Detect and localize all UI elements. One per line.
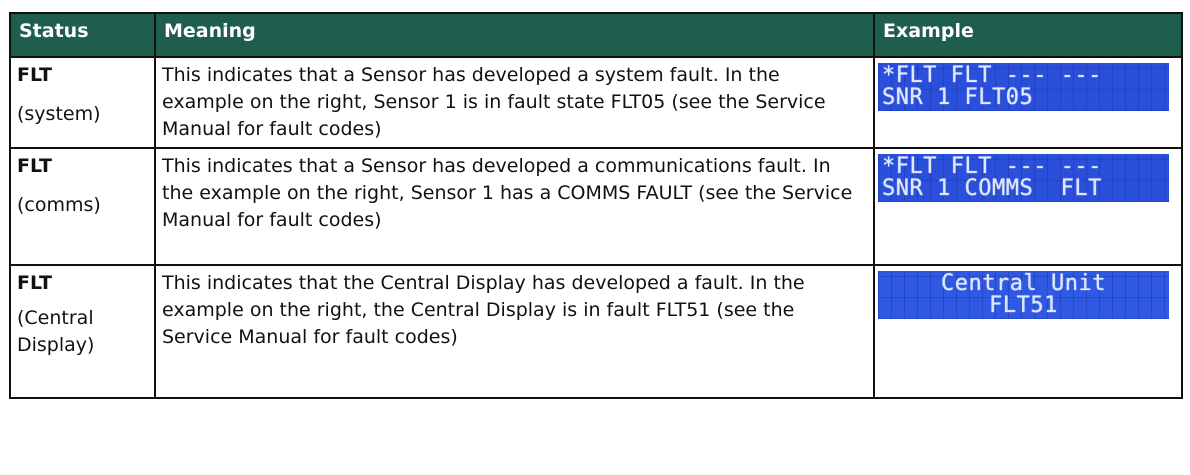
lcd-line: *FLT FLT --- --- — [882, 63, 1102, 88]
lcd-display-image: *FLT FLT --- --- SNR 1 COMMS FLT — [878, 154, 1169, 202]
status-cell: FLT (system) — [9, 56, 156, 149]
header-example: Example — [873, 12, 1183, 58]
status-cell: FLT (comms) — [9, 147, 156, 266]
example-cell: Central Unit FLT51 — [873, 264, 1183, 399]
status-subtype: (Central Display) — [17, 307, 95, 356]
status-subtype: (comms) — [17, 194, 101, 216]
status-table: Status Meaning Example FLT (system) This… — [9, 12, 1183, 399]
table-header-row: Status Meaning Example — [9, 12, 1183, 58]
lcd-line: *FLT FLT --- --- — [882, 154, 1102, 179]
meaning-text: This indicates that a Sensor has develop… — [154, 147, 875, 266]
table-row: FLT (system) This indicates that a Senso… — [9, 56, 1183, 149]
lcd-line: SNR 1 COMMS FLT — [882, 176, 1102, 201]
status-code: FLT — [17, 64, 52, 86]
meaning-text: This indicates that the Central Display … — [154, 264, 875, 399]
example-cell: *FLT FLT --- --- SNR 1 FLT05 — [873, 56, 1183, 149]
table-row: FLT (Central Display) This indicates tha… — [9, 264, 1183, 399]
table-row: FLT (comms) This indicates that a Sensor… — [9, 147, 1183, 266]
status-code: FLT — [17, 272, 52, 294]
status-code: FLT — [17, 155, 52, 177]
header-meaning: Meaning — [154, 12, 875, 58]
lcd-display-image: *FLT FLT --- --- SNR 1 FLT05 — [878, 63, 1169, 111]
lcd-line: Central Unit — [941, 271, 1106, 296]
lcd-display-image: Central Unit FLT51 — [878, 271, 1169, 319]
status-cell: FLT (Central Display) — [9, 264, 156, 399]
lcd-line: FLT51 — [989, 293, 1058, 318]
example-cell: *FLT FLT --- --- SNR 1 COMMS FLT — [873, 147, 1183, 266]
status-subtype: (system) — [17, 103, 101, 125]
meaning-text: This indicates that a Sensor has develop… — [154, 56, 875, 149]
header-status: Status — [9, 12, 156, 58]
lcd-line: SNR 1 FLT05 — [882, 85, 1034, 110]
